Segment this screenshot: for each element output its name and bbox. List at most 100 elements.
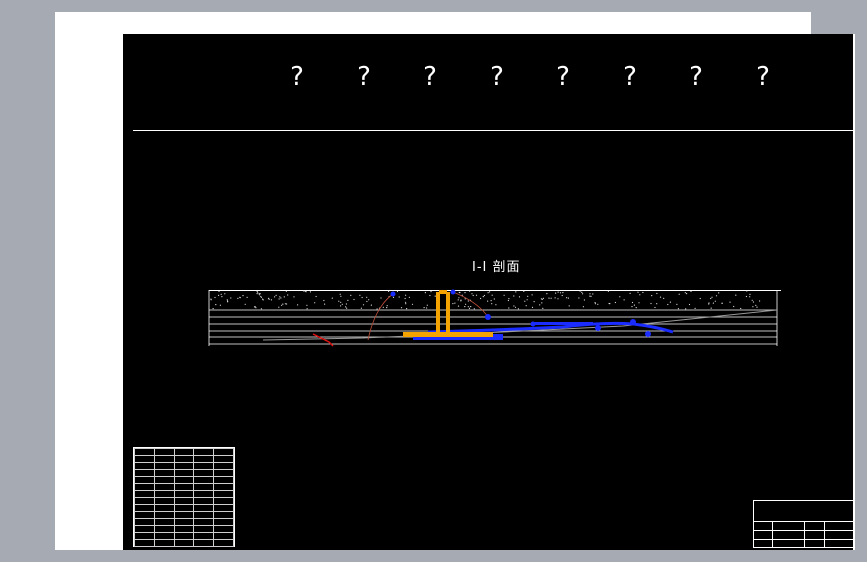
- legend-cell: [173, 518, 195, 526]
- soil-dot: [542, 297, 544, 299]
- soil-dot: [398, 296, 400, 298]
- soil-dot: [285, 290, 287, 292]
- soil-dot: [361, 296, 363, 299]
- drawing-sheet: ? ? ? ? ? ? ? ? I-I 剖面: [55, 12, 855, 550]
- soil-dot: [541, 298, 543, 300]
- legend-cell: [193, 504, 215, 512]
- soil-dot: [699, 297, 701, 300]
- soil-dot: [341, 303, 343, 305]
- soil-dot: [688, 303, 691, 306]
- soil-dot: [246, 296, 248, 298]
- soil-dot: [469, 290, 471, 292]
- legend-cell: [134, 497, 155, 505]
- soil-dot: [283, 296, 285, 298]
- soil-dot: [368, 299, 370, 301]
- header-placeholder-1: ?: [290, 62, 304, 92]
- soil-dot: [631, 301, 634, 304]
- soil-dot: [458, 297, 460, 299]
- soil-dot: [508, 307, 510, 309]
- soil-dot: [533, 301, 535, 303]
- soil-dot: [388, 290, 390, 292]
- soil-dot: [472, 294, 474, 297]
- soil-dot: [475, 294, 478, 296]
- legend-cell: [213, 539, 234, 547]
- soil-dot: [210, 298, 212, 300]
- soil-dot: [550, 297, 552, 299]
- soil-dot: [280, 297, 282, 299]
- soil-dot: [594, 302, 596, 304]
- soil-dot: [259, 292, 261, 295]
- soil-dot: [710, 307, 712, 309]
- soil-dot: [592, 293, 594, 295]
- legend-cell: [173, 497, 195, 505]
- soil-dot: [331, 297, 333, 299]
- legend-cell: [173, 525, 195, 533]
- soil-dot: [491, 303, 493, 305]
- soil-dot: [561, 294, 563, 297]
- soil-dot: [429, 294, 431, 297]
- soil-dot: [426, 304, 428, 306]
- legend-cell: [153, 476, 175, 484]
- soil-dot: [654, 306, 656, 309]
- soil-dot: [408, 296, 410, 298]
- soil-dot: [230, 297, 232, 299]
- legend-table: [133, 447, 235, 547]
- legend-row: [134, 504, 234, 512]
- soil-dot: [548, 297, 550, 299]
- soil-dot: [489, 291, 491, 293]
- soil-dot: [546, 293, 548, 295]
- legend-cell: [153, 497, 175, 505]
- soil-dot: [503, 294, 505, 296]
- soil-dot: [218, 294, 220, 296]
- soil-dot: [733, 305, 735, 308]
- soil-dot: [297, 304, 299, 306]
- soil-dot: [281, 304, 283, 306]
- soil-dot: [663, 297, 665, 299]
- soil-dot: [525, 305, 527, 307]
- soil-dot: [275, 294, 277, 296]
- legend-cell: [193, 455, 215, 463]
- soil-dot: [729, 301, 731, 303]
- soil-dot: [541, 302, 543, 304]
- legend-cell: [193, 525, 215, 533]
- legend-cell: [173, 539, 195, 547]
- legend-cell: [153, 525, 175, 533]
- legend-cell: [134, 483, 155, 491]
- legend-cell: [134, 504, 155, 512]
- header-placeholder-2: ?: [357, 62, 371, 92]
- legend-cell: [173, 448, 195, 456]
- legend-row: [134, 539, 234, 547]
- soil-dot: [678, 293, 680, 295]
- legend-cell: [153, 518, 175, 526]
- legend-cell: [193, 490, 215, 498]
- soil-dot: [594, 303, 596, 305]
- cad-drawing-area[interactable]: ? ? ? ? ? ? ? ? I-I 剖面: [121, 34, 855, 550]
- legend-cell: [213, 483, 234, 491]
- soil-dot: [493, 298, 495, 300]
- soil-dot: [257, 291, 259, 293]
- soil-dot: [752, 301, 755, 303]
- legend-cell: [173, 490, 195, 498]
- soil-dot: [656, 303, 658, 305]
- soil-dot: [635, 307, 637, 309]
- legend-cell: [134, 511, 155, 519]
- soil-dot: [405, 294, 407, 296]
- title-block-row: [754, 540, 854, 548]
- soil-dot: [483, 294, 485, 297]
- soil-dot: [309, 291, 311, 293]
- header-placeholder-4: ?: [490, 62, 504, 92]
- soil-dot: [513, 305, 515, 307]
- soil-dot: [507, 299, 509, 302]
- soil-dot: [392, 296, 395, 298]
- soil-dot: [434, 295, 436, 297]
- soil-dot: [523, 290, 525, 292]
- legend-cell: [193, 476, 215, 484]
- soil-dot: [386, 305, 388, 307]
- soil-dot: [380, 297, 382, 299]
- soil-dot: [708, 302, 710, 304]
- soil-dot: [346, 307, 348, 309]
- soil-dot: [650, 302, 652, 305]
- soil-dot: [340, 301, 342, 303]
- soil-dot: [340, 305, 342, 307]
- soil-dot: [557, 298, 559, 300]
